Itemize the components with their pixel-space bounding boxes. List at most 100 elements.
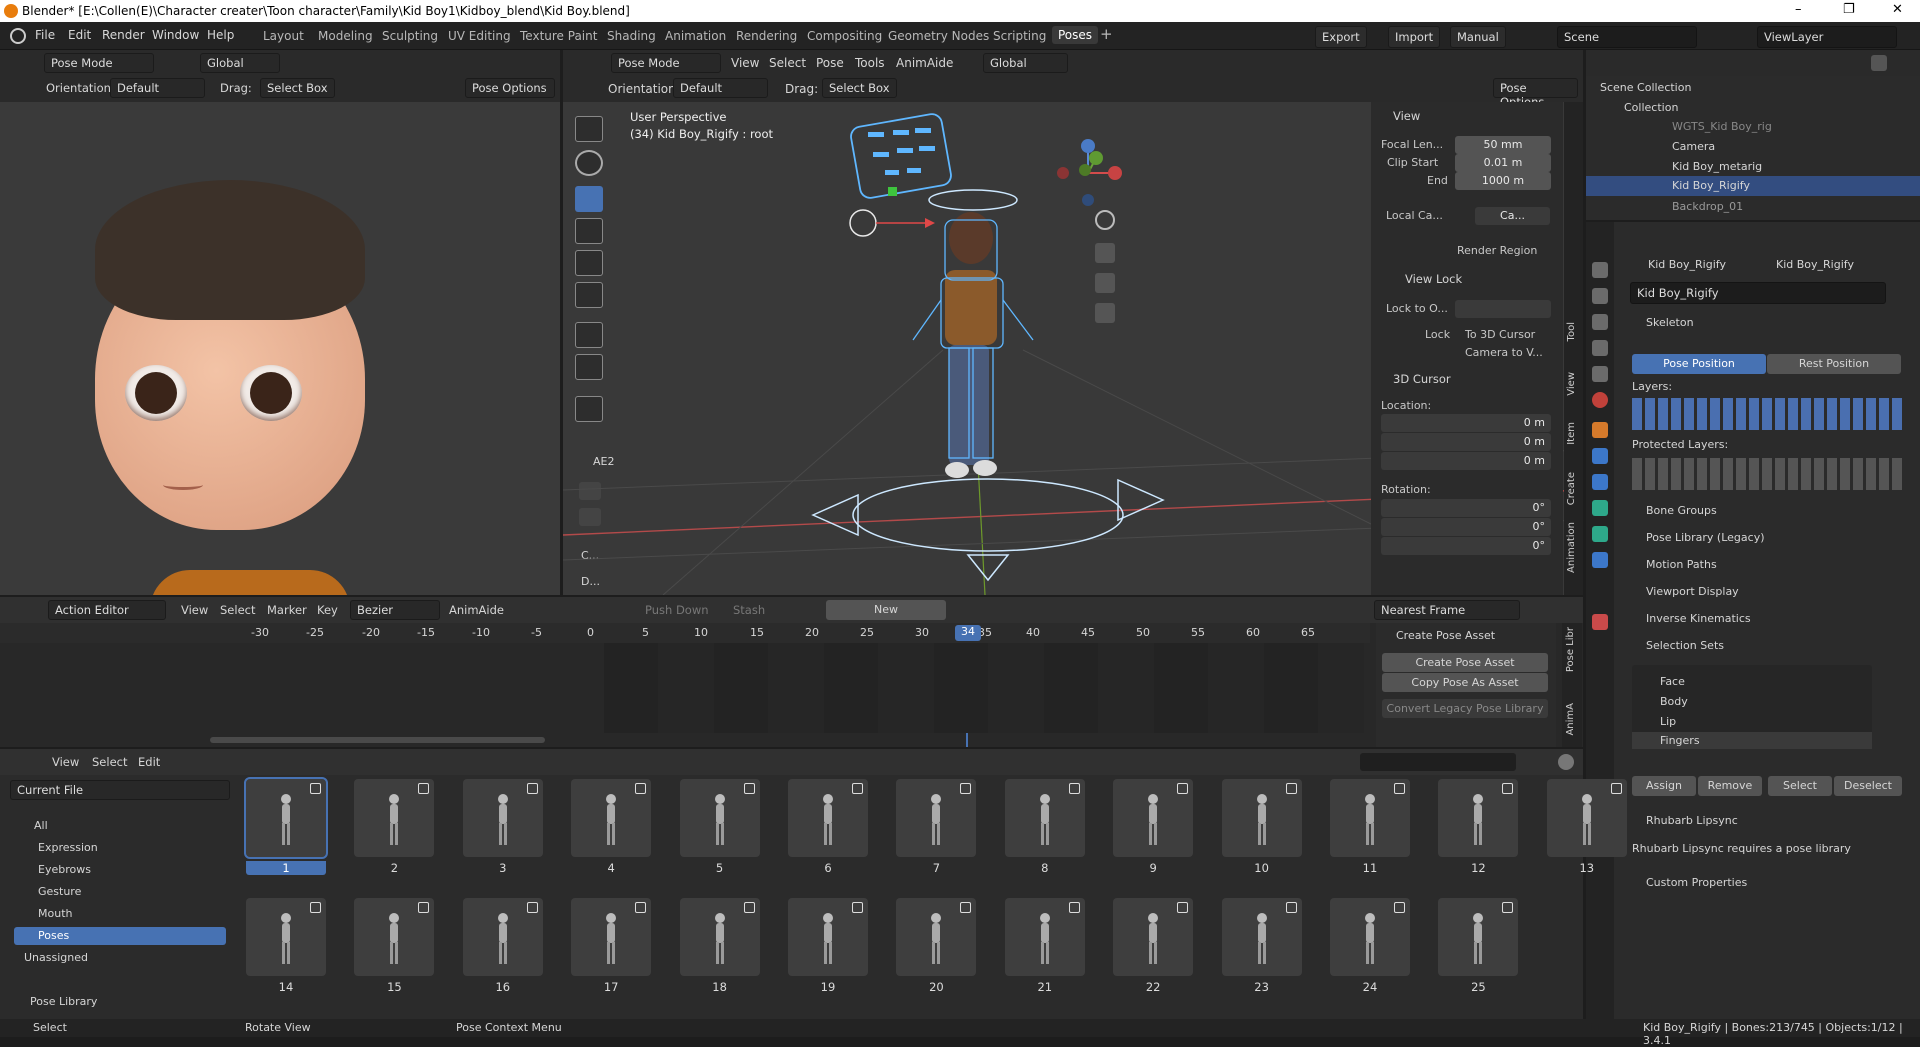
edit-asset-icon[interactable]: [310, 902, 321, 913]
edit-asset-icon[interactable]: [1285, 902, 1297, 913]
pose-asset-thumbnail[interactable]: [462, 898, 543, 976]
outliner-row-backdrop[interactable]: Backdrop_01: [1672, 199, 1743, 213]
pose-asset-thumbnail[interactable]: [1113, 779, 1194, 857]
close-icon[interactable]: ✕: [1892, 2, 1903, 17]
create-pose-asset-button[interactable]: Create Pose Asset: [1382, 653, 1548, 672]
manual-button[interactable]: Manual: [1450, 26, 1506, 48]
edit-asset-icon[interactable]: [1068, 902, 1080, 913]
tab-poses[interactable]: Poses: [1052, 26, 1099, 44]
bone-constraint-tab-icon[interactable]: [1592, 552, 1608, 568]
pose-asset-thumbnail[interactable]: [788, 898, 868, 976]
pan-hand-icon[interactable]: [1095, 243, 1115, 263]
rhubarb-section[interactable]: Rhubarb Lipsync: [1646, 814, 1738, 827]
rot-z-field[interactable]: 0°: [1381, 537, 1551, 555]
pose-asset-thumbnail[interactable]: [896, 779, 977, 857]
edit-asset-icon[interactable]: [960, 783, 972, 794]
scene-tab-icon[interactable]: [1592, 366, 1608, 382]
action-menu-marker[interactable]: Marker: [267, 603, 307, 617]
tab-compositing[interactable]: Compositing: [807, 29, 882, 43]
render-tab-icon[interactable]: [1592, 288, 1608, 304]
view-layer-tab-icon[interactable]: [1592, 340, 1608, 356]
zoom-icon[interactable]: [1095, 210, 1115, 230]
edit-asset-icon[interactable]: [852, 783, 863, 794]
catalog-unassigned[interactable]: Unassigned: [24, 951, 88, 964]
library-select[interactable]: Current File: [10, 780, 230, 800]
pose-asset-thumbnail[interactable]: [679, 898, 760, 976]
rot-x-field[interactable]: 0°: [1381, 499, 1551, 517]
edit-asset-icon[interactable]: [852, 902, 863, 913]
push-down-button[interactable]: Push Down: [645, 603, 709, 617]
assign-button[interactable]: Assign: [1632, 776, 1696, 796]
view-layer-field[interactable]: ViewLayer: [1757, 26, 1897, 48]
motion-paths-section[interactable]: Motion Paths: [1646, 558, 1717, 571]
left-mode-select[interactable]: Pose Mode: [44, 53, 154, 73]
edit-asset-icon[interactable]: [743, 902, 755, 913]
bone-tab-icon[interactable]: [1592, 526, 1608, 542]
edit-asset-icon[interactable]: [418, 902, 430, 913]
menu-file[interactable]: File: [35, 28, 55, 42]
bone-layers-grid[interactable]: [1632, 398, 1902, 430]
tab-scripting[interactable]: Scripting: [993, 29, 1046, 43]
view-lock-section-title[interactable]: View Lock: [1405, 272, 1462, 286]
interpolation-select[interactable]: Bezier: [350, 600, 440, 620]
protected-layers-grid[interactable]: [1632, 458, 1902, 490]
output-tab-icon[interactable]: [1592, 314, 1608, 330]
action-menu-select[interactable]: Select: [220, 603, 255, 617]
edit-asset-icon[interactable]: [1068, 783, 1080, 794]
edit-asset-icon[interactable]: [1610, 783, 1622, 794]
3d-cursor-section-title[interactable]: 3D Cursor: [1393, 372, 1451, 386]
camera-viewport[interactable]: Pose Mode Global Orientation: Default Dr…: [0, 50, 560, 595]
action-editor-mode-select[interactable]: Action Editor: [48, 600, 166, 620]
convert-legacy-button[interactable]: Convert Legacy Pose Library: [1382, 699, 1548, 718]
edit-asset-icon[interactable]: [1502, 783, 1514, 794]
tab-create[interactable]: Create: [1566, 472, 1582, 505]
pose-asset-thumbnail[interactable]: [896, 898, 977, 976]
local-camera-field[interactable]: Ca...: [1475, 207, 1550, 225]
edit-asset-icon[interactable]: [310, 783, 321, 794]
viewport-display-section[interactable]: Viewport Display: [1646, 585, 1739, 598]
tool-tab-icon[interactable]: [1592, 262, 1608, 278]
catalog-poses-selected[interactable]: Poses: [14, 927, 226, 945]
pose-asset-thumbnail[interactable]: [1438, 779, 1519, 857]
pose-asset-thumbnail[interactable]: [571, 898, 652, 976]
pose-asset-thumbnail[interactable]: [1330, 898, 1410, 976]
edit-asset-icon[interactable]: [1394, 783, 1405, 794]
current-frame-indicator[interactable]: 34: [955, 625, 981, 641]
set-lip[interactable]: Lip: [1660, 715, 1676, 728]
modifier-tab-icon[interactable]: [1592, 448, 1608, 464]
outliner[interactable]: Scene Collection Collection WGTS_Kid Boy…: [1586, 50, 1920, 220]
menu-edit[interactable]: Edit: [68, 28, 91, 42]
tab-geometry-nodes[interactable]: Geometry Nodes: [888, 29, 989, 43]
navigation-gizmo[interactable]: [1043, 90, 1133, 210]
export-button[interactable]: Export: [1315, 26, 1367, 48]
pose-asset-thumbnail[interactable]: [1438, 898, 1519, 976]
filter-icon[interactable]: [1871, 55, 1887, 71]
left-transform-select[interactable]: Global: [200, 53, 280, 73]
edit-asset-icon[interactable]: [960, 902, 972, 913]
outliner-row-rigify-selected[interactable]: Kid Boy_Rigify: [1586, 176, 1920, 196]
asset-search-input[interactable]: [1360, 753, 1516, 771]
armature-data-tab-icon[interactable]: [1592, 500, 1608, 516]
tab-texture-paint[interactable]: Texture Paint: [520, 29, 597, 43]
tab-animaide[interactable]: AnimA: [1565, 703, 1581, 736]
main-viewport[interactable]: Pose Mode View Select Pose Tools AnimAid…: [563, 50, 1583, 595]
copy-pose-as-asset-button[interactable]: Copy Pose As Asset: [1382, 673, 1548, 692]
pose-asset-thumbnail[interactable]: [1004, 779, 1085, 857]
set-face[interactable]: Face: [1660, 675, 1685, 688]
create-pose-panel-title[interactable]: Create Pose Asset: [1396, 629, 1495, 642]
edit-asset-icon[interactable]: [1285, 783, 1297, 794]
left-orientation-select[interactable]: Default: [110, 78, 205, 98]
catalog-mouth[interactable]: Mouth: [38, 907, 72, 920]
pose-library-legacy-section[interactable]: Pose Library (Legacy): [1646, 531, 1765, 544]
pose-asset-thumbnail[interactable]: [1221, 898, 1302, 976]
clip-start-field[interactable]: 0.01 m: [1455, 154, 1551, 172]
pose-asset-thumbnail[interactable]: [354, 779, 435, 857]
edit-asset-icon[interactable]: [635, 783, 647, 794]
tab-sculpting[interactable]: Sculpting: [382, 29, 438, 43]
tab-shading[interactable]: Shading: [607, 29, 656, 43]
pose-library-section[interactable]: Pose Library: [30, 995, 97, 1008]
camera-to-view-checkbox[interactable]: Camera to V...: [1465, 346, 1543, 359]
camera-view-icon[interactable]: [1095, 273, 1115, 293]
tab-uv-editing[interactable]: UV Editing: [448, 29, 511, 43]
rest-position-button[interactable]: Rest Position: [1767, 354, 1901, 374]
